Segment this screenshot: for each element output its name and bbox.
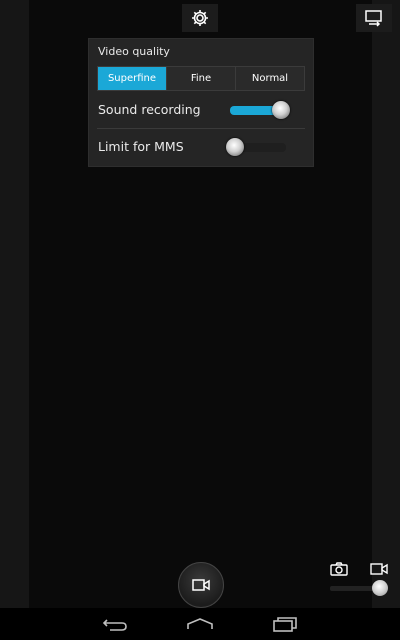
limit-mms-toggle[interactable] xyxy=(226,137,288,157)
recents-button[interactable] xyxy=(270,614,300,634)
quality-option-normal[interactable]: Normal xyxy=(236,67,304,90)
toggle-thumb xyxy=(272,101,290,119)
home-icon xyxy=(187,618,213,629)
mode-switch-thumb[interactable] xyxy=(372,580,388,596)
record-button[interactable] xyxy=(178,562,224,608)
limit-mms-label: Limit for MMS xyxy=(98,139,184,154)
video-camera-icon xyxy=(192,579,210,591)
toggle-thumb xyxy=(226,138,244,156)
camera-icon[interactable] xyxy=(330,562,348,576)
back-button[interactable] xyxy=(100,614,130,634)
recents-icon xyxy=(273,617,297,632)
video-quality-label: Video quality xyxy=(98,45,170,58)
back-icon xyxy=(102,619,127,631)
camera-mode-switch[interactable] xyxy=(330,580,390,596)
video-quality-selector: Superfine Fine Normal xyxy=(97,66,305,91)
home-button[interactable] xyxy=(185,614,215,634)
quality-option-fine[interactable]: Fine xyxy=(167,67,236,90)
sound-recording-toggle[interactable] xyxy=(228,100,290,120)
quality-option-superfine[interactable]: Superfine xyxy=(98,67,167,90)
gear-icon xyxy=(192,10,208,26)
sound-recording-label: Sound recording xyxy=(98,102,201,117)
video-camera-icon[interactable] xyxy=(370,562,388,576)
video-settings-popup: Video quality Superfine Fine Normal Soun… xyxy=(88,38,314,167)
divider xyxy=(97,128,305,129)
settings-button[interactable] xyxy=(182,4,218,32)
navigation-bar xyxy=(0,608,400,640)
left-bar xyxy=(0,0,29,608)
switch-camera-button[interactable] xyxy=(356,4,392,32)
right-bar xyxy=(372,0,400,608)
switch-camera-icon xyxy=(365,10,382,27)
